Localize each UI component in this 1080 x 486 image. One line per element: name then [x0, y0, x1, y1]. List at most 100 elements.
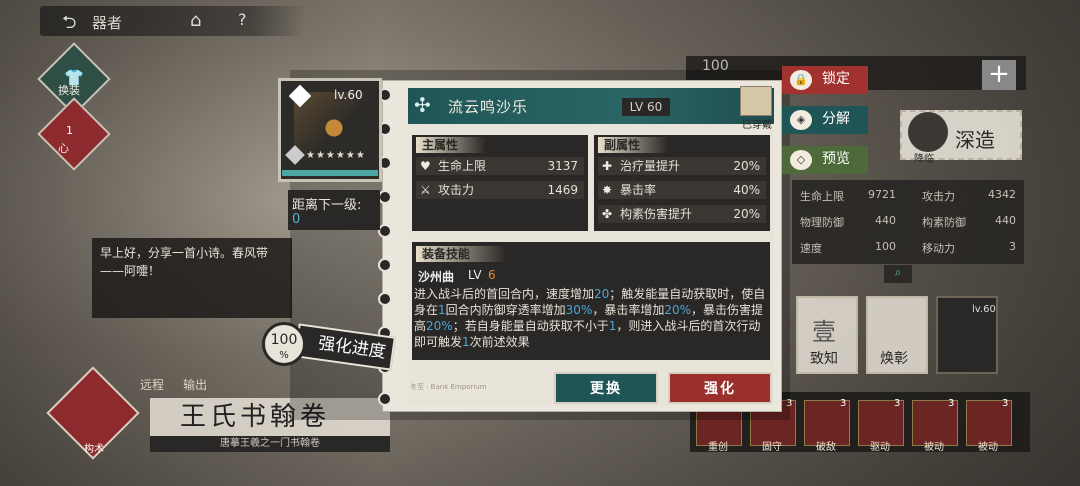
slot-tier-label: 致知	[810, 351, 838, 367]
ring-icon	[378, 190, 392, 204]
skill-slot-label: 驱动	[870, 442, 890, 453]
tag-output: 输出	[183, 378, 208, 392]
skill-desc-value: 1	[438, 303, 446, 317]
stat-value: 3	[1009, 240, 1016, 253]
skill-desc-value: 20	[594, 287, 610, 301]
enhance-progress-text: 强化进度	[316, 333, 387, 363]
stat-name: 生命上限	[800, 190, 844, 203]
deepen-avatar	[908, 112, 948, 152]
attr-row: ✚ 治疗量提升 20%	[598, 157, 766, 175]
add-button[interactable]: +	[982, 60, 1016, 90]
heart-label: 心	[58, 142, 69, 155]
skill-desc-text: ，暴击率增加	[592, 303, 665, 317]
knot-icon: ✣	[414, 93, 431, 117]
stat-name: 构素防御	[922, 216, 966, 229]
deepen-label: 深造	[955, 128, 995, 152]
skill-slot-count: 3	[1002, 398, 1009, 409]
stat-name: 速度	[800, 242, 822, 255]
main-attr-title: 主属性	[416, 137, 486, 153]
skill-slot-label: 破敌	[816, 442, 836, 453]
slot-equipped-item[interactable]: lv.60	[936, 296, 998, 374]
main-attributes: 主属性 ♥ 生命上限 3137 ⚔ 攻击力 1469	[412, 135, 588, 231]
enhance-bar-fill	[282, 170, 378, 176]
stat-value: 4342	[988, 188, 1016, 201]
attr-name: 构素伤害提升	[620, 207, 693, 221]
preview-icon: ◇	[790, 150, 812, 170]
skill-description: 进入战斗后的首回合内，速度增加20；触发能量自动获取时，使自身在1回合内防御穿透…	[414, 286, 768, 358]
lock-button[interactable]: 🔒 锁定	[782, 66, 868, 94]
crit-icon: ✸	[602, 183, 613, 197]
enhance-button[interactable]: 强化	[668, 372, 772, 404]
equipped-status: 已穿戴	[742, 120, 772, 131]
skill-desc-value: 1	[462, 335, 470, 349]
skill-desc-text: 进入战斗后的首回合内，速度增加	[414, 287, 595, 301]
skill-desc-text: 回合内防御穿透率增加	[445, 303, 566, 317]
outfit-label: 换装	[58, 84, 80, 97]
attr-row: ⚔ 攻击力 1469	[416, 181, 584, 199]
element-dmg-icon: ✤	[602, 207, 613, 221]
deepen-sub-label: 降临	[914, 154, 934, 165]
wearer-avatar[interactable]	[740, 86, 772, 116]
sub-attributes: 副属性 ✚ 治疗量提升 20% ✸ 暴击率 40% ✤ 构素伤害提升 20%	[594, 135, 770, 231]
next-level-label: 距离下一级:	[292, 198, 362, 213]
slot-item-level: lv.60	[972, 304, 996, 315]
enhance-progress-percent: 100 %	[262, 322, 306, 366]
stat-value: 100	[875, 240, 896, 253]
stat-name: 攻击力	[922, 190, 955, 203]
back-arrow-icon[interactable]: ⮌	[62, 10, 92, 33]
item-stars: ★★★★★★	[306, 150, 366, 161]
heal-icon: ✚	[602, 159, 613, 173]
attr-name: 治疗量提升	[620, 159, 681, 173]
stat-name: 物理防御	[800, 216, 844, 229]
skill-section-title: 装备技能	[416, 246, 506, 262]
attr-row: ✸ 暴击率 40%	[598, 181, 766, 199]
stat-value: 9721	[868, 188, 896, 201]
ring-icon	[378, 392, 392, 406]
ring-icon	[378, 258, 392, 272]
attr-name: 生命上限	[438, 159, 487, 173]
sub-attr-title: 副属性	[598, 137, 668, 153]
skill-slot-label: 被动	[924, 442, 944, 453]
page-title: 器者	[92, 14, 123, 32]
home-icon[interactable]: ⌂	[190, 10, 201, 31]
decompose-icon: ◈	[790, 110, 812, 130]
item-name: 流云鸣沙乐	[448, 98, 529, 116]
skill-desc-value: 20%	[426, 319, 453, 333]
heart-badge: 1	[66, 124, 73, 137]
skill-slot-label: 固守	[762, 442, 782, 453]
slot-tier-2[interactable]: 焕彰	[866, 296, 928, 374]
item-level: LV 60	[622, 98, 670, 116]
slot-tier-1[interactable]: 壹 致知	[796, 296, 858, 374]
skill-level-label: LV	[468, 268, 482, 282]
preview-button[interactable]: ◇ 预览	[782, 146, 868, 174]
attr-row: ✤ 构素伤害提升 20%	[598, 205, 766, 223]
attr-value: 40%	[733, 183, 760, 197]
stat-name: 移动力	[922, 242, 955, 255]
magnify-icon[interactable]: ⌕	[884, 265, 912, 283]
skill-slot-count: 3	[948, 398, 955, 409]
class-emblem-label: 构术	[84, 444, 104, 455]
skill-desc-text: ；若自身能量自动获取不小于	[452, 319, 609, 333]
attr-name: 攻击力	[438, 183, 475, 197]
skill-level-value: 6	[488, 268, 496, 282]
skill-slot-count: 3	[840, 398, 847, 409]
character-stats: 生命上限 9721 攻击力 4342 物理防御 440 构素防御 440 速度 …	[792, 180, 1024, 264]
decompose-button[interactable]: ◈ 分解	[782, 106, 868, 134]
next-level-box: 距离下一级:	[288, 190, 380, 230]
dialogue-bubble: 早上好，分享一首小诗。春风带——阿嚏！	[92, 238, 292, 318]
attr-value: 20%	[733, 159, 760, 173]
heart-icon: ♥	[420, 159, 431, 173]
slot-tier-label: 焕彰	[880, 351, 908, 367]
help-icon[interactable]: ?	[238, 10, 247, 29]
attr-value: 1469	[547, 183, 578, 197]
item-card-level: lv.60	[334, 88, 363, 102]
lock-label: 锁定	[822, 71, 850, 87]
tag-ranged: 远程	[140, 378, 165, 392]
replace-button[interactable]: 更换	[554, 372, 658, 404]
progress-unit: %	[279, 350, 289, 361]
skill-slot-count: 3	[894, 398, 901, 409]
stat-value: 440	[995, 214, 1016, 227]
attr-row: ♥ 生命上限 3137	[416, 157, 584, 175]
ring-icon	[378, 292, 392, 306]
decompose-label: 分解	[822, 111, 850, 127]
